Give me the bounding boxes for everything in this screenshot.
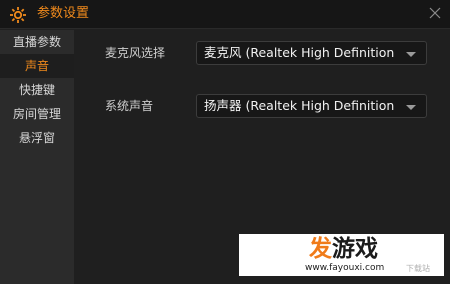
sidebar-item-hotkeys[interactable]: 快捷键 [0,78,74,102]
watermark-logo-accent: 发 [309,236,332,262]
watermark-logo-text: 发游戏 [309,235,378,263]
chevron-down-icon [406,52,416,57]
watermark-faded-text: 下载站 [406,264,430,273]
window-title: 参数设置 [37,6,90,21]
title-bar: 参数设置 [0,0,450,29]
mic-select[interactable]: 麦克风 (Realtek High Definition [196,41,427,65]
gear-icon [10,7,26,23]
sidebar-item-sound[interactable]: 声音 [0,54,74,78]
sidebar-item-room-management[interactable]: 房间管理 [0,102,74,126]
system-sound-label: 系统声音 [105,99,154,113]
settings-window: 参数设置 直播参数 声音 快捷键 房间管理 悬浮窗 麦克风选择 麦克风 (Rea… [0,0,450,284]
chevron-down-icon [406,105,416,110]
system-sound-select-value: 扬声器 (Realtek High Definition [204,98,395,113]
watermark-logo: 发游戏 www.fayouxi.com 下载站 [239,234,444,276]
mic-select-value: 麦克风 (Realtek High Definition [204,45,395,60]
settings-sidebar: 直播参数 声音 快捷键 房间管理 悬浮窗 [0,30,74,284]
sidebar-item-floating-window[interactable]: 悬浮窗 [0,126,74,150]
system-sound-select[interactable]: 扬声器 (Realtek High Definition [196,94,427,118]
watermark-logo-rest: 游戏 [332,236,378,262]
sidebar-item-live-params[interactable]: 直播参数 [0,30,74,54]
watermark-url: www.fayouxi.com [305,263,385,273]
mic-select-label: 麦克风选择 [105,46,166,60]
close-icon[interactable] [426,4,444,22]
